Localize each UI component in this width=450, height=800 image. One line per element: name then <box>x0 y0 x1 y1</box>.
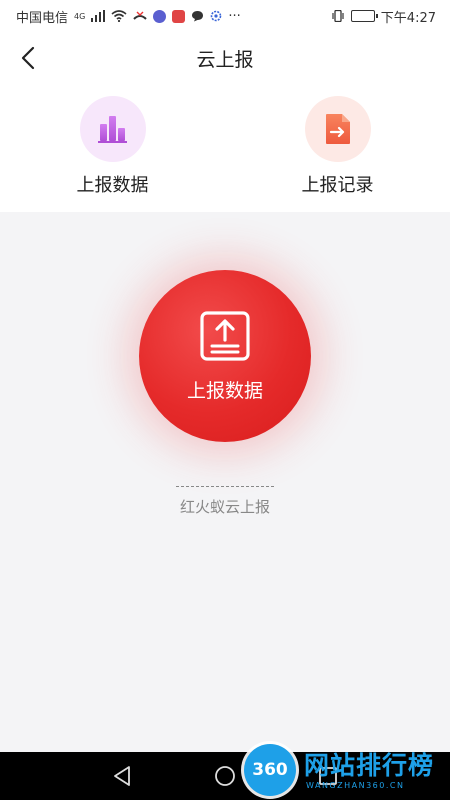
circle-home-icon <box>215 766 235 786</box>
status-left: 中国电信 4G ··· <box>16 7 241 26</box>
watermark-title: 网站排行榜 <box>304 751 435 780</box>
nav-home-button[interactable] <box>211 762 239 790</box>
bar-chart-icon <box>97 116 127 143</box>
app-notification-icon <box>153 9 167 23</box>
app-header: 云上报 <box>0 32 450 84</box>
watermark-logo: 360 网站排行榜 WANGZHAN360.CN <box>244 740 450 800</box>
upload-data-label: 上报数据 <box>186 379 263 402</box>
shortcut-report-records[interactable]: 上报记录 <box>225 84 450 212</box>
carrier-label: 中国电信 <box>16 10 69 26</box>
more-notifications: ··· <box>228 8 241 24</box>
shortcut-report-records-label: 上报记录 <box>301 175 374 196</box>
file-export-icon <box>325 114 350 144</box>
nav-back-button[interactable] <box>108 762 136 790</box>
shortcut-panel: 上报数据 上报记录 <box>0 84 450 212</box>
brand-text: 红火蚁云上报 <box>179 498 270 516</box>
network-type-label: 4G <box>74 11 86 21</box>
shortcut-report-data[interactable]: 上报数据 <box>0 84 225 212</box>
back-button[interactable] <box>14 44 42 72</box>
watermark-subtitle: WANGZHAN360.CN <box>306 781 405 790</box>
brand-divider <box>176 486 274 487</box>
message-app-icon <box>172 9 186 23</box>
shortcut-report-data-label: 上报数据 <box>76 175 149 196</box>
gear-notification-icon <box>210 10 222 22</box>
upload-icon <box>200 310 250 361</box>
chevron-left-icon <box>21 46 35 70</box>
battery-icon <box>350 10 378 22</box>
upload-area: 上报数据 <box>139 270 311 442</box>
missed-call-icon <box>133 10 148 22</box>
watermark-badge: 360 <box>244 744 296 796</box>
signal-icon <box>91 10 106 22</box>
status-right: 下午4:27 <box>331 7 436 26</box>
page-title: 云上报 <box>196 48 254 71</box>
upload-data-button[interactable]: 上报数据 <box>139 270 311 442</box>
status-bar: 中国电信 4G ··· 下午4:27 <box>0 0 450 32</box>
triangle-back-icon <box>113 766 130 786</box>
shortcut-report-data-icon-wrap <box>79 96 146 162</box>
wifi-icon <box>111 10 127 22</box>
shortcut-report-records-icon-wrap <box>304 96 371 162</box>
clock: 下午4:27 <box>380 10 436 26</box>
vibrate-icon <box>331 10 345 22</box>
chat-bubble-icon <box>191 10 204 22</box>
